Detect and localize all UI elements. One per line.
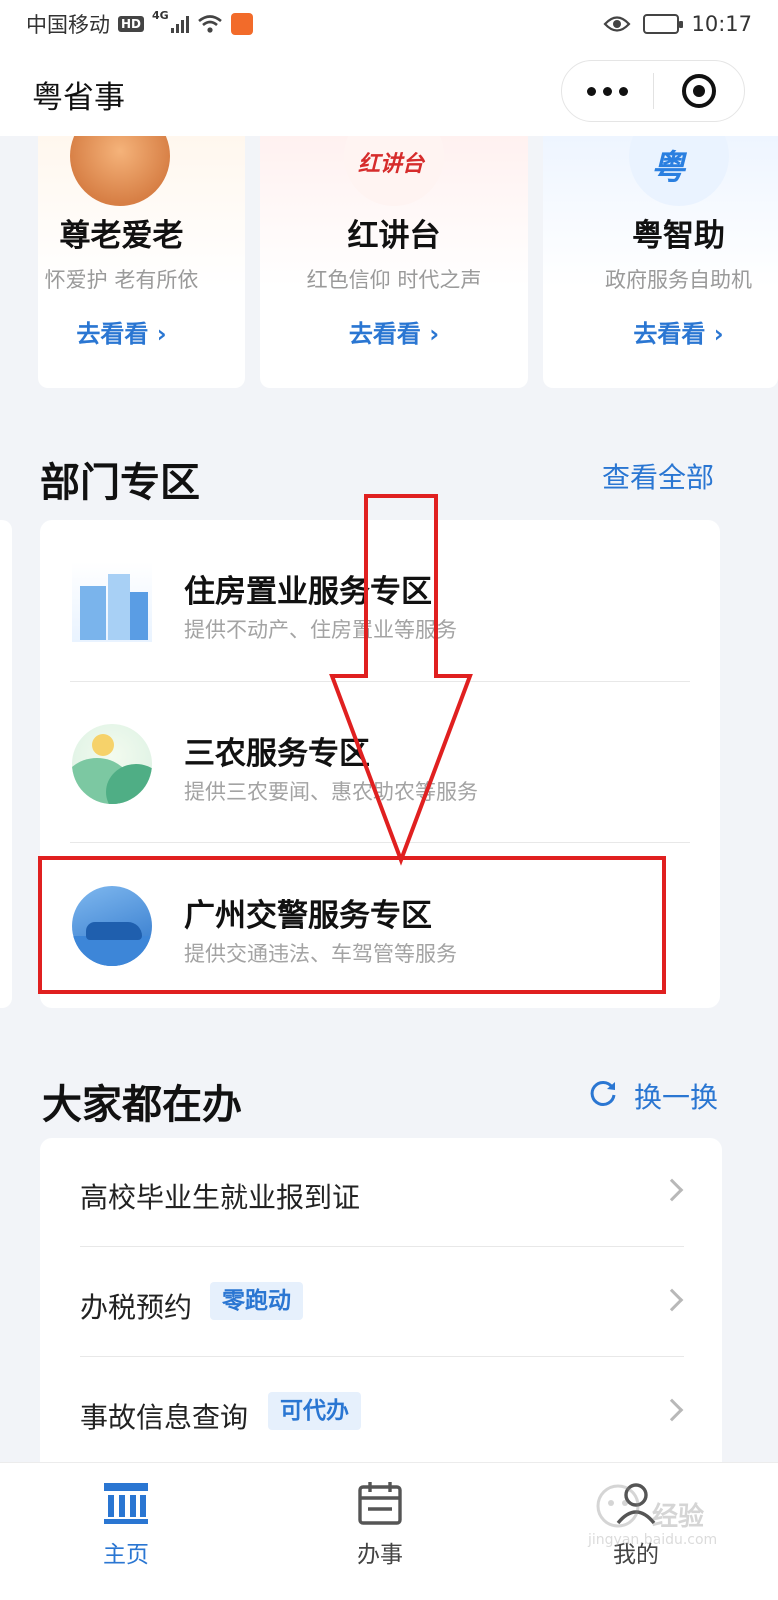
feature-card-title: 粤智助 (632, 218, 725, 254)
red-lecture-logo: 红讲台 (344, 136, 444, 206)
notification-app-icon (230, 13, 253, 35)
eye-icon (603, 16, 631, 32)
app-title: 粤省事 (32, 80, 125, 116)
house-building-icon (72, 562, 152, 642)
feature-card-link[interactable]: 去看看 › (561, 314, 778, 349)
home-building-icon (104, 1483, 148, 1524)
clock: 10:17 (691, 12, 752, 36)
feature-card-title: 尊老爱老 (59, 218, 184, 254)
carrier-name: 中国移动 (26, 13, 110, 37)
more-dots-icon (586, 86, 596, 96)
calendar-icon (358, 1482, 402, 1525)
popular-list: 高校毕业生就业报到证 办税预约 零跑动 事故信息查询 可代办 (40, 1138, 722, 1478)
hd-badge: HD (118, 16, 145, 32)
close-mini-program-button[interactable] (654, 60, 745, 122)
red-lecture-logo-text: 红讲台 (358, 151, 425, 177)
list-item[interactable]: 高校毕业生就业报到证 (40, 1138, 722, 1248)
nav-label: 主页 (103, 1542, 149, 1568)
feature-card-title: 红讲台 (347, 218, 441, 254)
feature-card-subtitle: 政府服务自助机 (605, 268, 752, 292)
list-item-label: 办税预约 (80, 1291, 193, 1324)
mini-program-capsule (561, 60, 745, 122)
more-dot (602, 86, 612, 96)
view-all-link[interactable]: 查看全部 (602, 456, 714, 496)
farm-landscape-icon (72, 724, 152, 804)
feature-card-link[interactable]: 去看看 › (38, 314, 225, 349)
department-section-title: 部门专区 (40, 460, 200, 506)
network-type: 4G (152, 9, 169, 22)
title-bar: 粤省事 (0, 48, 778, 136)
refresh-link[interactable]: 换一换 (634, 1076, 718, 1116)
status-bar: 中国移动 HD 4G 10:17 (0, 0, 778, 48)
status-left: 中国移动 HD 4G (26, 9, 253, 39)
annotation-arrow (329, 494, 473, 866)
chevron-right-icon (660, 1398, 684, 1422)
feature-card-red-lecture[interactable]: 红讲台 红讲台 红色信仰 时代之声 去看看 › (260, 136, 528, 388)
annotation-highlight-box (38, 856, 666, 994)
previous-panel-peek (0, 520, 12, 1008)
watermark-url: jingyan.baidu.com (588, 1532, 718, 1548)
feature-card-link[interactable]: 去看看 › (260, 314, 528, 349)
list-item[interactable]: 事故信息查询 可代办 (40, 1358, 722, 1468)
list-item[interactable]: 办税预约 零跑动 (40, 1248, 722, 1358)
feature-card-subtitle: 红色信仰 时代之声 (306, 268, 482, 292)
elderly-couple-image (70, 136, 170, 206)
signal-icon (170, 15, 189, 33)
list-item-label: 高校毕业生就业报到证 (80, 1181, 361, 1214)
chevron-right-icon (660, 1288, 684, 1312)
battery-icon (643, 14, 684, 34)
list-item-tag: 可代办 (268, 1392, 361, 1430)
nav-item-home[interactable]: 主页 (46, 1463, 206, 1600)
paw-logo-icon (596, 1484, 640, 1528)
wifi-icon (197, 15, 222, 33)
status-right: 10:17 (603, 12, 752, 36)
feature-card-yue-zhizhu[interactable]: 粤 粤智助 政府服务自助机 去看看 › (543, 136, 778, 388)
feature-card-subtitle: 怀爱护 老有所依 (44, 268, 199, 292)
list-item-tag: 零跑动 (210, 1282, 303, 1320)
nav-label: 办事 (357, 1542, 403, 1568)
list-item-label: 事故信息查询 (80, 1401, 249, 1434)
baidu-watermark: 经验 jingyan.baidu.com (588, 1476, 738, 1556)
yue-logo: 粤 (629, 136, 729, 206)
more-menu-button[interactable] (562, 60, 653, 122)
refresh-icon[interactable] (588, 1078, 618, 1108)
more-dot (618, 86, 628, 96)
chevron-right-icon (660, 1178, 684, 1202)
watermark-text: 经验 (652, 1502, 705, 1532)
target-circle-icon (681, 74, 716, 108)
popular-section-title: 大家都在办 (42, 1082, 242, 1128)
feature-card-elderly[interactable]: 尊老爱老 怀爱护 老有所依 去看看 › (38, 136, 245, 388)
divider (80, 1246, 684, 1247)
yue-logo-text: 粤 (651, 148, 685, 188)
divider (80, 1356, 684, 1357)
nav-item-services[interactable]: 办事 (300, 1463, 460, 1600)
